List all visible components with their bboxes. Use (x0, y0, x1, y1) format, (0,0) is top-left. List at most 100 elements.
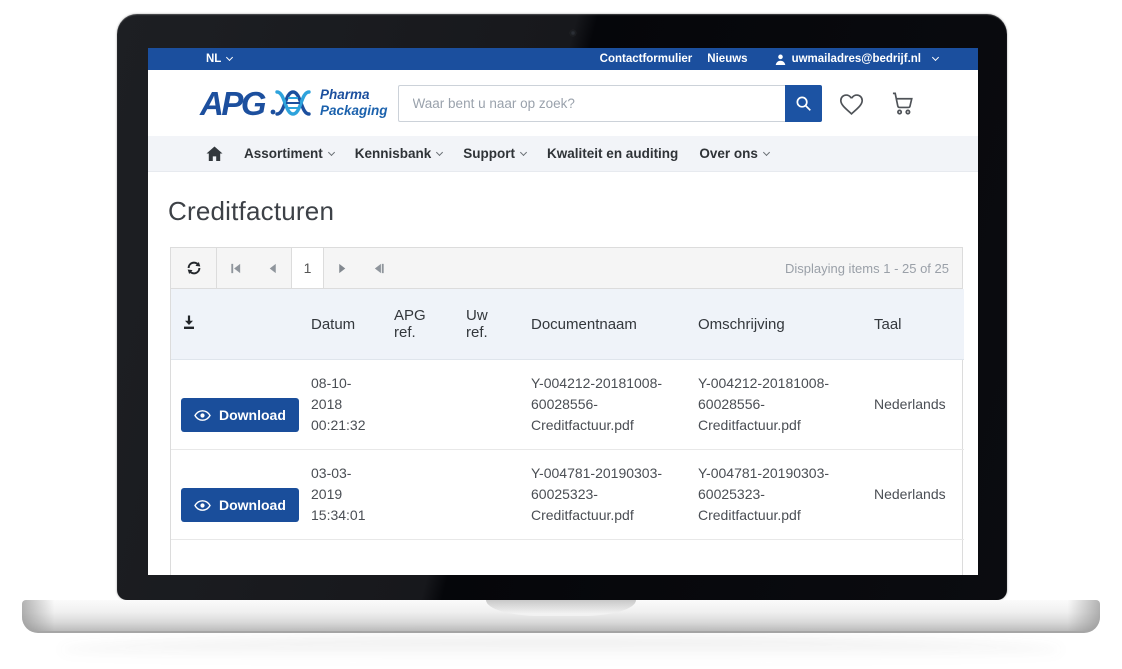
brand-wordmark: APG (200, 87, 264, 120)
cell-omschrijving: Y-004781-20190303- 60025323- Creditfactu… (688, 450, 864, 540)
last-page-icon (373, 262, 386, 275)
download-button-label: Download (219, 407, 286, 423)
cell-datum: 03-03- 2019 15:34:01 (301, 450, 384, 540)
cell-taal: Nederlands (864, 450, 964, 540)
topbar-link-contactformulier[interactable]: Contactformulier (600, 53, 693, 65)
download-button[interactable]: Download (181, 398, 299, 432)
documents-grid: 1 Displaying items 1 - 25 of 25 (170, 247, 963, 575)
laptop-mockup: NL Contactformulier Nieuws uwmailadres@b… (0, 0, 1122, 669)
refresh-button[interactable] (171, 248, 217, 288)
dna-helix-icon (268, 86, 314, 120)
user-icon (775, 54, 786, 65)
cell-documentnaam: Y-004781-20190615- (521, 540, 688, 576)
main-content: Creditfacturen (148, 196, 978, 575)
cell-taal (864, 540, 964, 576)
brand-logo[interactable]: APG Pharma Packaging (200, 86, 388, 120)
download-button-label: Download (219, 497, 286, 513)
nav-label: Kwaliteit en auditing (547, 146, 678, 161)
chevron-down-icon (932, 54, 939, 61)
nav-label: Assortiment (244, 146, 323, 161)
brand-tagline: Pharma Packaging (320, 87, 388, 118)
nav-item-kwaliteit-en-auditing[interactable]: Kwaliteit en auditing (547, 146, 678, 161)
nav-item-kennisbank[interactable]: Kennisbank (355, 146, 443, 161)
documents-table: Datum APG ref. Uw ref. Documentnaam Omsc… (171, 289, 964, 575)
column-uw-ref[interactable]: Uw ref. (456, 289, 521, 360)
site-header: APG Pharma Packaging (148, 70, 978, 136)
laptop-base (22, 600, 1100, 633)
cell-datum: 15-06- (301, 540, 384, 576)
laptop-reflection (60, 637, 1062, 663)
column-apg-ref[interactable]: APG ref. (384, 289, 456, 360)
table-row: Download 03-03- 2019 15:34:01 Y-004781-2… (171, 450, 964, 540)
nav-item-support[interactable]: Support (463, 146, 526, 161)
cell-uw-ref (456, 540, 521, 576)
chevron-down-icon (226, 54, 233, 61)
heart-icon (838, 91, 865, 116)
cell-documentnaam: Y-004212-20181008- 60028556- Creditfactu… (521, 360, 688, 450)
eye-icon (194, 410, 211, 421)
language-label: NL (206, 53, 221, 65)
topbar: NL Contactformulier Nieuws uwmailadres@b… (148, 48, 978, 70)
grid-status-text: Displaying items 1 - 25 of 25 (785, 261, 962, 276)
topbar-link-nieuws[interactable]: Nieuws (707, 53, 747, 65)
brand-tagline-line1: Pharma (320, 87, 388, 103)
laptop-lid-notch (486, 600, 636, 616)
column-omschrijving[interactable]: Omschrijving (688, 289, 864, 360)
chevron-down-icon (328, 149, 335, 156)
cell-datum: 08-10- 2018 00:21:32 (301, 360, 384, 450)
column-taal[interactable]: Taal (864, 289, 964, 360)
main-nav: Assortiment Kennisbank Support Kwaliteit… (148, 136, 978, 172)
chevron-down-icon (763, 149, 770, 156)
search-icon (795, 95, 812, 112)
nav-label: Support (463, 146, 515, 161)
next-page-button[interactable] (324, 248, 361, 288)
first-page-button[interactable] (217, 248, 254, 288)
previous-page-button[interactable] (254, 248, 291, 288)
grid-toolbar: 1 Displaying items 1 - 25 of 25 (171, 248, 962, 289)
cell-apg-ref (384, 540, 456, 576)
account-email: uwmailadres@bedrijf.nl (792, 53, 921, 65)
first-page-icon (229, 262, 242, 275)
nav-home[interactable] (206, 146, 223, 161)
cell-omschrijving: Y-004781-20190615- (688, 540, 864, 576)
account-menu[interactable]: uwmailadres@bedrijf.nl (775, 53, 938, 65)
cell-apg-ref (384, 450, 456, 540)
table-row: Download 08-10- 2018 00:21:32 Y-004212-2… (171, 360, 964, 450)
cart-icon (889, 90, 916, 117)
brand-tagline-line2: Packaging (320, 103, 388, 119)
wishlist-button[interactable] (838, 91, 865, 116)
cell-omschrijving: Y-004212-20181008- 60028556- Creditfactu… (688, 360, 864, 450)
chevron-down-icon (520, 149, 527, 156)
refresh-icon (185, 259, 203, 277)
table-header-row: Datum APG ref. Uw ref. Documentnaam Omsc… (171, 289, 964, 360)
cart-button[interactable] (889, 90, 916, 117)
table-row: Download 15-06- Y-004781-20190615- Y-004… (171, 540, 964, 576)
browser-viewport: NL Contactformulier Nieuws uwmailadres@b… (148, 48, 978, 575)
download-button[interactable]: Download (181, 488, 299, 522)
page-title: Creditfacturen (168, 196, 958, 227)
cell-documentnaam: Y-004781-20190303- 60025323- Creditfactu… (521, 450, 688, 540)
laptop-screen-bezel: NL Contactformulier Nieuws uwmailadres@b… (117, 14, 1007, 600)
download-all-icon (181, 314, 197, 330)
search-button[interactable] (785, 85, 822, 122)
last-page-button[interactable] (361, 248, 398, 288)
nav-label: Kennisbank (355, 146, 432, 161)
search-form (398, 85, 822, 122)
nav-item-over-ons[interactable]: Over ons (699, 146, 769, 161)
next-page-icon (336, 262, 349, 275)
webcam-dot (570, 30, 576, 36)
current-page-indicator[interactable]: 1 (291, 248, 324, 288)
previous-page-icon (266, 262, 279, 275)
nav-item-assortiment[interactable]: Assortiment (244, 146, 334, 161)
cell-uw-ref (456, 360, 521, 450)
cell-apg-ref (384, 360, 456, 450)
cell-uw-ref (456, 450, 521, 540)
language-selector[interactable]: NL (206, 53, 232, 65)
cell-taal: Nederlands (864, 360, 964, 450)
search-input[interactable] (398, 85, 785, 122)
column-datum[interactable]: Datum (301, 289, 384, 360)
column-download[interactable] (171, 289, 301, 360)
home-icon (206, 146, 223, 161)
column-documentnaam[interactable]: Documentnaam (521, 289, 688, 360)
nav-label: Over ons (699, 146, 758, 161)
